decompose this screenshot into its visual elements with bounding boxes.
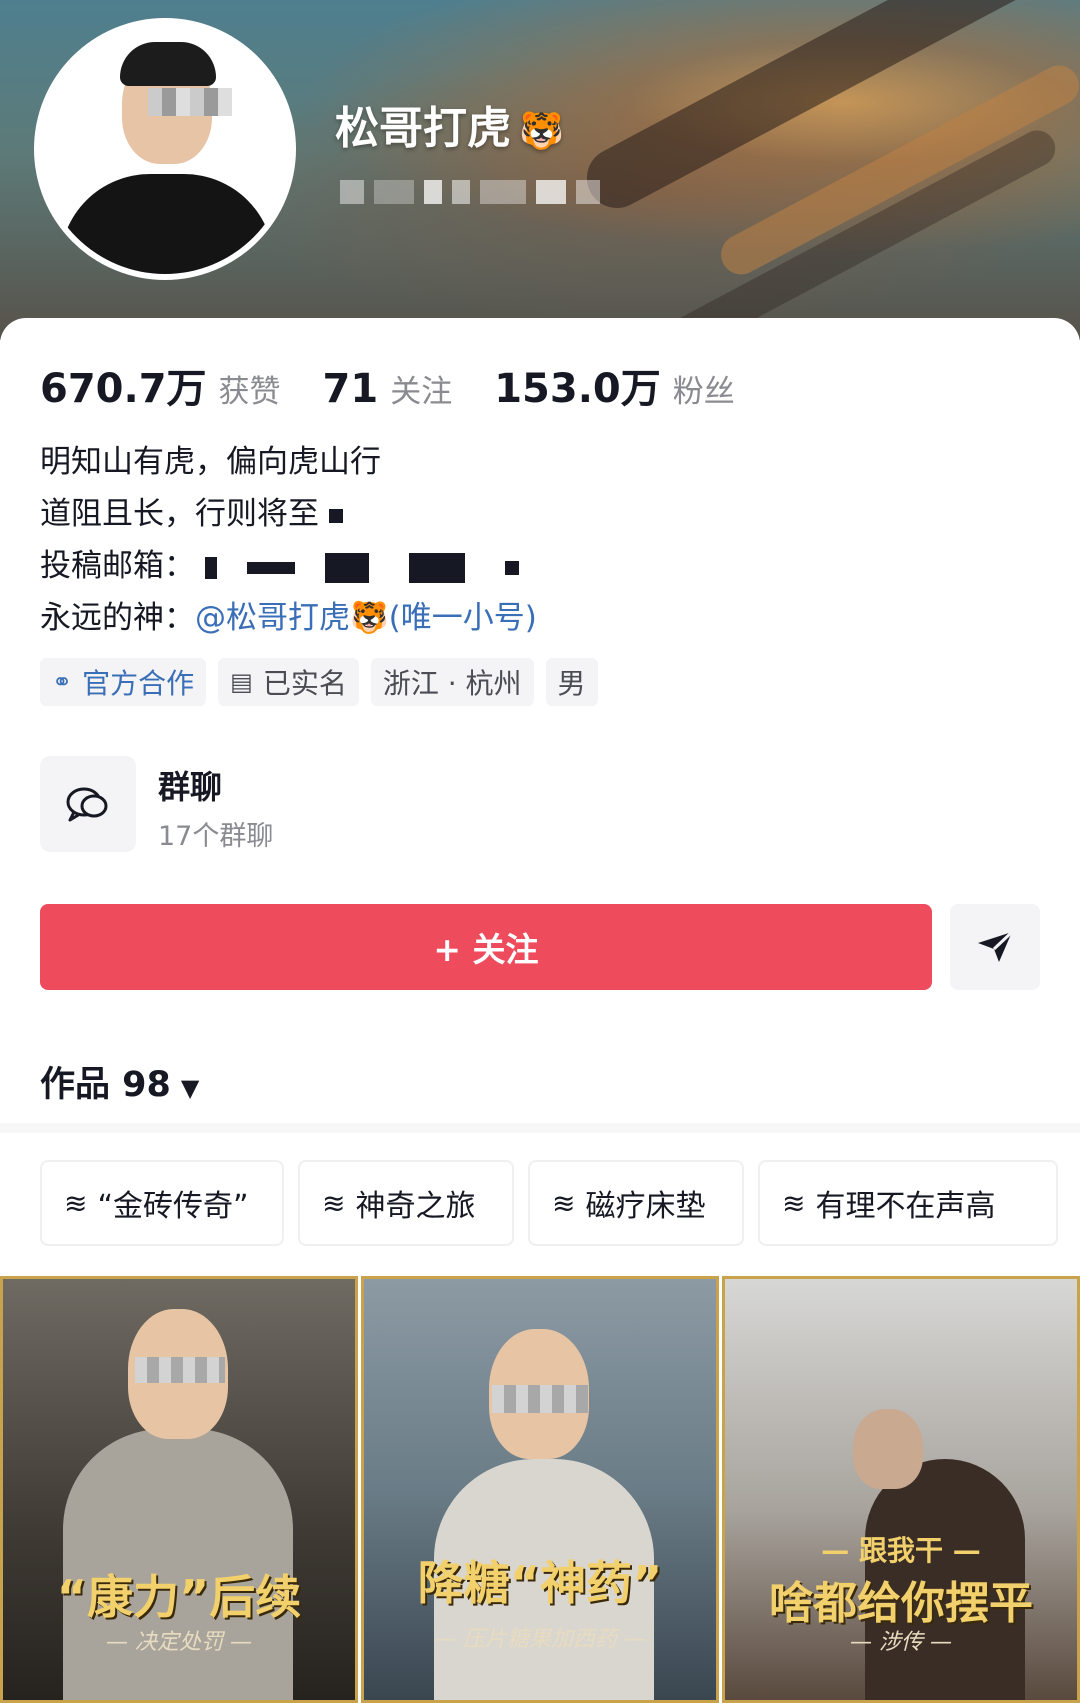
works-tab[interactable]: 作品 98 ▼ [40,1056,199,1107]
avatar[interactable] [40,24,290,274]
bio-line-2: 道阻且长，行则将至 [40,488,537,540]
paper-plane-icon[interactable] [950,904,1040,990]
chat-bubbles-icon [40,756,136,852]
followers-count[interactable]: 153.0万 [494,356,661,414]
group-chat-title: 群聊 [158,768,223,806]
avatar-hair [120,42,216,86]
collection-chip-label: 磁疗床垫 [585,1189,706,1224]
group-chat-count: 17个群聊 [158,821,274,852]
handshake-icon: ⚭ [52,668,73,696]
video-subcaption: — 压片糖果加西药 — [434,1627,646,1652]
video-subcaption: — 决定处罚 — [106,1630,252,1655]
stack-icon: ≋ [64,1186,88,1220]
followers-label[interactable]: 粉丝 [673,366,735,411]
email-mosaic [409,552,465,583]
video-caption: 啥都给你摆平 [769,1578,1033,1629]
follow-button[interactable]: + 关注 [40,904,932,990]
god-label: 永远的神： [40,600,195,636]
gender-tag: 男 [545,658,598,706]
stack-icon: ≋ [782,1186,806,1220]
video-caption: “康力”后续 [56,1570,302,1624]
stack-icon: ≋ [322,1186,346,1220]
section-divider [0,1123,1080,1133]
username-text: 松哥打虎 [335,103,511,154]
face-mosaic [492,1385,588,1413]
email-mosaic [247,561,295,574]
likes-label: 获赞 [218,374,281,410]
verified-tag-label: 已实名 [262,667,347,700]
user-id-mosaic [340,170,740,214]
following-label[interactable]: 关注 [390,366,452,411]
avatar-body [60,174,274,274]
video-thumbnail[interactable]: 降糖“神药” — 压片糖果加西药 — [361,1276,719,1703]
id-card-icon: ▤ [230,668,253,696]
video-subcaption: — 涉传 — [850,1630,952,1655]
video-grid: “康力”后续 — 决定处罚 — 降糖“神药” — 压片糖果加西药 — — 跟我干… [0,1276,1080,1703]
official-cooperation-tag[interactable]: ⚭ 官方合作 [40,658,207,706]
video-title-small: — 跟我干 — [821,1534,981,1567]
video-caption: 降糖“神药” [417,1556,663,1610]
official-tag-label: 官方合作 [82,667,195,700]
bio-email: 投稿邮箱： [40,540,537,592]
mention-link[interactable]: @松哥打虎🐯(唯一小号) [195,600,537,636]
email-mosaic [505,560,519,575]
bio-line-1: 明知山有虎，偏向虎山行 [40,444,381,480]
email-mosaic [205,556,217,579]
likes-count: 670.7万 [40,366,207,412]
bio: 明知山有虎，偏向虎山行 道阻且长，行则将至 投稿邮箱： 永远的神：@松哥打虎🐯(… [40,436,537,644]
avatar-mosaic [148,88,232,116]
group-chat-entry[interactable]: 群聊 17个群聊 [40,756,560,856]
collections-row: ≋ “金砖传奇” ≋ 神奇之旅 ≋ 磁疗床垫 ≋ 有理不在声高 [40,1160,1080,1248]
tiger-icon: 🐯 [519,111,564,152]
collection-chip[interactable]: ≋ 神奇之旅 [298,1160,514,1246]
bio-god-line: 永远的神：@松哥打虎🐯(唯一小号) [40,592,537,644]
profile-tags: ⚭ 官方合作 ▤ 已实名 浙江 · 杭州 男 [40,658,598,706]
works-label: 作品 98 [40,1065,171,1105]
collection-chip-label: “金砖传奇” [97,1189,249,1224]
face-mosaic [135,1357,225,1383]
email-label: 投稿邮箱： [40,548,195,584]
email-mosaic [325,552,369,583]
stack-icon: ≋ [552,1186,576,1220]
collection-chip[interactable]: ≋ “金砖传奇” [40,1160,284,1246]
collection-chip[interactable]: ≋ 磁疗床垫 [528,1160,744,1246]
collection-chip[interactable]: ≋ 有理不在声高 [758,1160,1058,1246]
collection-chip-label: 有理不在声高 [815,1189,996,1224]
video-thumbnail[interactable]: — 跟我干 — 啥都给你摆平 — 涉传 — [722,1276,1080,1703]
collection-chip-label: 神奇之旅 [355,1189,476,1224]
stats-row: 670.7万 获赞 71 关注 153.0万 粉丝 [40,356,777,414]
profile-card: 670.7万 获赞 71 关注 153.0万 粉丝 明知山有虎，偏向虎山行 道阻… [0,318,1080,1703]
location-tag: 浙江 · 杭州 [370,658,534,706]
following-count[interactable]: 71 [323,366,379,412]
person-head [853,1409,923,1489]
bio-mosaic [329,508,343,523]
video-thumbnail[interactable]: “康力”后续 — 决定处罚 — [0,1276,358,1703]
dropdown-arrow-icon: ▼ [180,1074,200,1102]
verified-tag: ▤ 已实名 [218,658,359,706]
bio-line-2-text: 道阻且长，行则将至 [40,496,319,532]
username: 松哥打虎 🐯 [335,92,564,156]
